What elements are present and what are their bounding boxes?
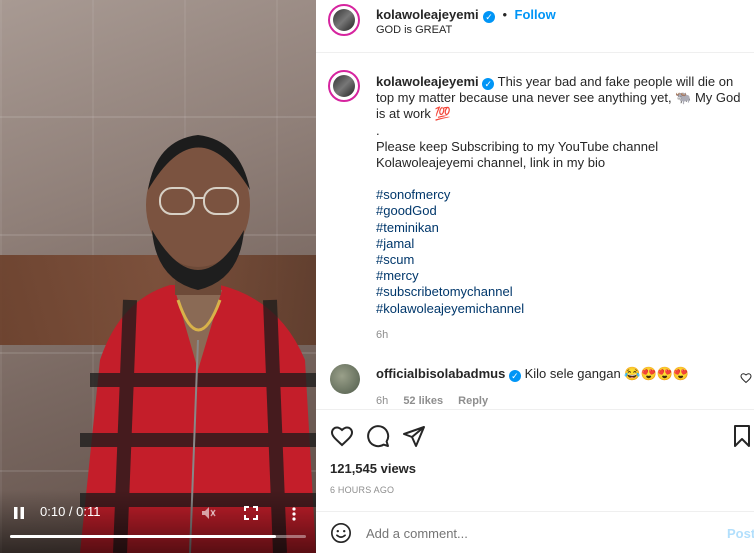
hashtag[interactable]: #kolawoleajeyemichannel (376, 301, 748, 317)
comment-like-heart-icon[interactable] (740, 372, 752, 384)
video-progress-fill (10, 535, 277, 538)
hashtag[interactable]: #scum (376, 252, 748, 268)
emoji-smiley-icon[interactable] (330, 522, 352, 544)
pause-icon[interactable] (12, 506, 26, 520)
add-comment-input[interactable] (366, 523, 686, 543)
share-paper-plane-icon[interactable] (402, 424, 426, 448)
follow-button[interactable]: Follow (515, 7, 556, 22)
like-heart-icon[interactable] (330, 424, 354, 448)
video-player[interactable]: 0:10 / 0:11 (0, 0, 316, 553)
more-options-icon[interactable] (290, 506, 298, 522)
video-time: 0:10 / 0:11 (40, 504, 101, 519)
header-subtitle: GOD is GREAT (376, 24, 453, 36)
hashtag[interactable]: #subscribetomychannel (376, 284, 748, 300)
author-avatar[interactable] (328, 4, 360, 36)
commenter-verified-badge-icon: ✓ (508, 370, 521, 382)
header-separator: • (502, 7, 508, 22)
verified-badge-icon: ✓ (483, 11, 496, 23)
comment-bubble-icon[interactable] (366, 424, 390, 448)
post-header: kolawoleajeyemi ✓ • Follow GOD is GREAT (316, 0, 754, 53)
video-controls (0, 490, 316, 553)
comment: officialbisolabadmus ✓ Kilo sele gangan … (376, 366, 736, 382)
hashtag[interactable]: #mercy (376, 268, 748, 284)
post-comment-button[interactable]: Post (727, 526, 754, 541)
fullscreen-icon[interactable] (244, 506, 258, 520)
hashtag[interactable]: #sonofmercy (376, 187, 748, 203)
caption-username[interactable]: kolawoleajeyemi (376, 74, 479, 89)
add-comment-bar: Post (316, 511, 754, 554)
commenter-avatar[interactable] (330, 364, 360, 394)
author-username[interactable]: kolawoleajeyemi (376, 7, 479, 22)
muted-speaker-icon[interactable] (200, 505, 216, 521)
video-person-figure (80, 135, 316, 553)
caption-dot: . (376, 122, 380, 138)
post-panel: kolawoleajeyemi ✓ • Follow GOD is GREAT … (316, 0, 754, 553)
post-caption: kolawoleajeyemi ✓ This year bad and fake… (376, 74, 748, 343)
save-bookmark-icon[interactable] (730, 424, 754, 448)
commenter-username[interactable]: officialbisolabadmus (376, 366, 505, 381)
video-progress-bar[interactable] (10, 535, 306, 538)
caption-time[interactable]: 6h (376, 327, 748, 343)
hashtag[interactable]: #jamal (376, 236, 748, 252)
comment-meta: 6h 52 likes Reply (376, 395, 488, 407)
comment-time[interactable]: 6h (376, 395, 388, 407)
post-timestamp[interactable]: 6 HOURS AGO (330, 485, 394, 495)
hashtag[interactable]: #teminikan (376, 220, 748, 236)
comment-likes[interactable]: 52 likes (403, 395, 443, 407)
comment-reply-button[interactable]: Reply (458, 395, 488, 407)
caption-verified-badge-icon: ✓ (482, 78, 495, 90)
view-count[interactable]: 121,545 views (330, 461, 416, 476)
comment-text: Kilo sele gangan 😂😍😍😍 (524, 366, 690, 381)
caption-author-avatar[interactable] (328, 70, 360, 102)
caption-text-2: Please keep Subscribing to my YouTube ch… (376, 138, 659, 171)
hashtag[interactable]: #goodGod (376, 203, 748, 219)
